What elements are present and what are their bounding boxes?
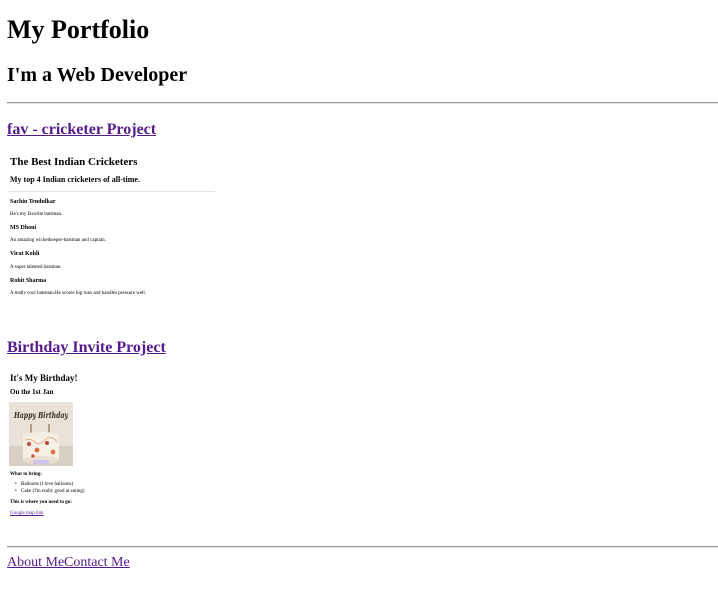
player-desc: A super talented batsman.	[10, 265, 62, 270]
birthday-cake-image: Happy Birthday	[9, 402, 73, 466]
birthday-project-link[interactable]: Birthday Invite Project	[7, 338, 166, 358]
bottom-divider	[7, 546, 718, 548]
cricketer-project-preview: The Best Indian Cricketers My top 4 Indi…	[9, 155, 219, 305]
bullet-icon: •	[15, 489, 17, 494]
player-desc: An amazing wicketkeeper-batsman and capt…	[10, 238, 106, 243]
birthday-date: On the 1st Jan	[10, 388, 54, 396]
cricketers-heading: The Best Indian Cricketers	[10, 156, 138, 168]
player-name: Virat Kohli	[10, 251, 40, 257]
cricketers-divider	[9, 191, 215, 192]
player-desc: A really cool batsman.He scores big runs…	[10, 291, 147, 296]
page-subtitle: I'm a Web Developer	[7, 64, 188, 86]
birthday-heading: It's My Birthday!	[10, 373, 78, 383]
bring-label: What to bring:	[10, 472, 42, 477]
player-name: Sachin Tendulkar	[10, 199, 56, 205]
bullet-icon: •	[15, 482, 17, 487]
top-divider	[7, 102, 718, 104]
map-link[interactable]: Google map link	[10, 510, 44, 517]
cricketers-subheading: My top 4 Indian cricketers of all-time.	[10, 175, 140, 184]
bring-item-text: Cake (I'm really good at eating)	[21, 489, 85, 494]
cake-topper-text: Happy Birthday	[13, 410, 69, 420]
cricketer-project-link[interactable]: fav - cricketer Project	[7, 120, 156, 140]
player-name: MS Dhoni	[10, 225, 37, 231]
contact-me-link[interactable]: Contact Me	[64, 554, 130, 572]
where-label: This is where you need to go:	[10, 500, 72, 505]
player-desc: He's my favorite batsman.	[10, 212, 63, 217]
bring-item-text: Balloons (I love balloons)	[21, 482, 74, 487]
player-name: Rohit Sharma	[10, 278, 47, 284]
about-me-link[interactable]: About Me	[7, 554, 64, 572]
page-title: My Portfolio	[7, 15, 150, 44]
birthday-project-preview: It's My Birthday! On the 1st Jan Happy B…	[9, 370, 209, 520]
